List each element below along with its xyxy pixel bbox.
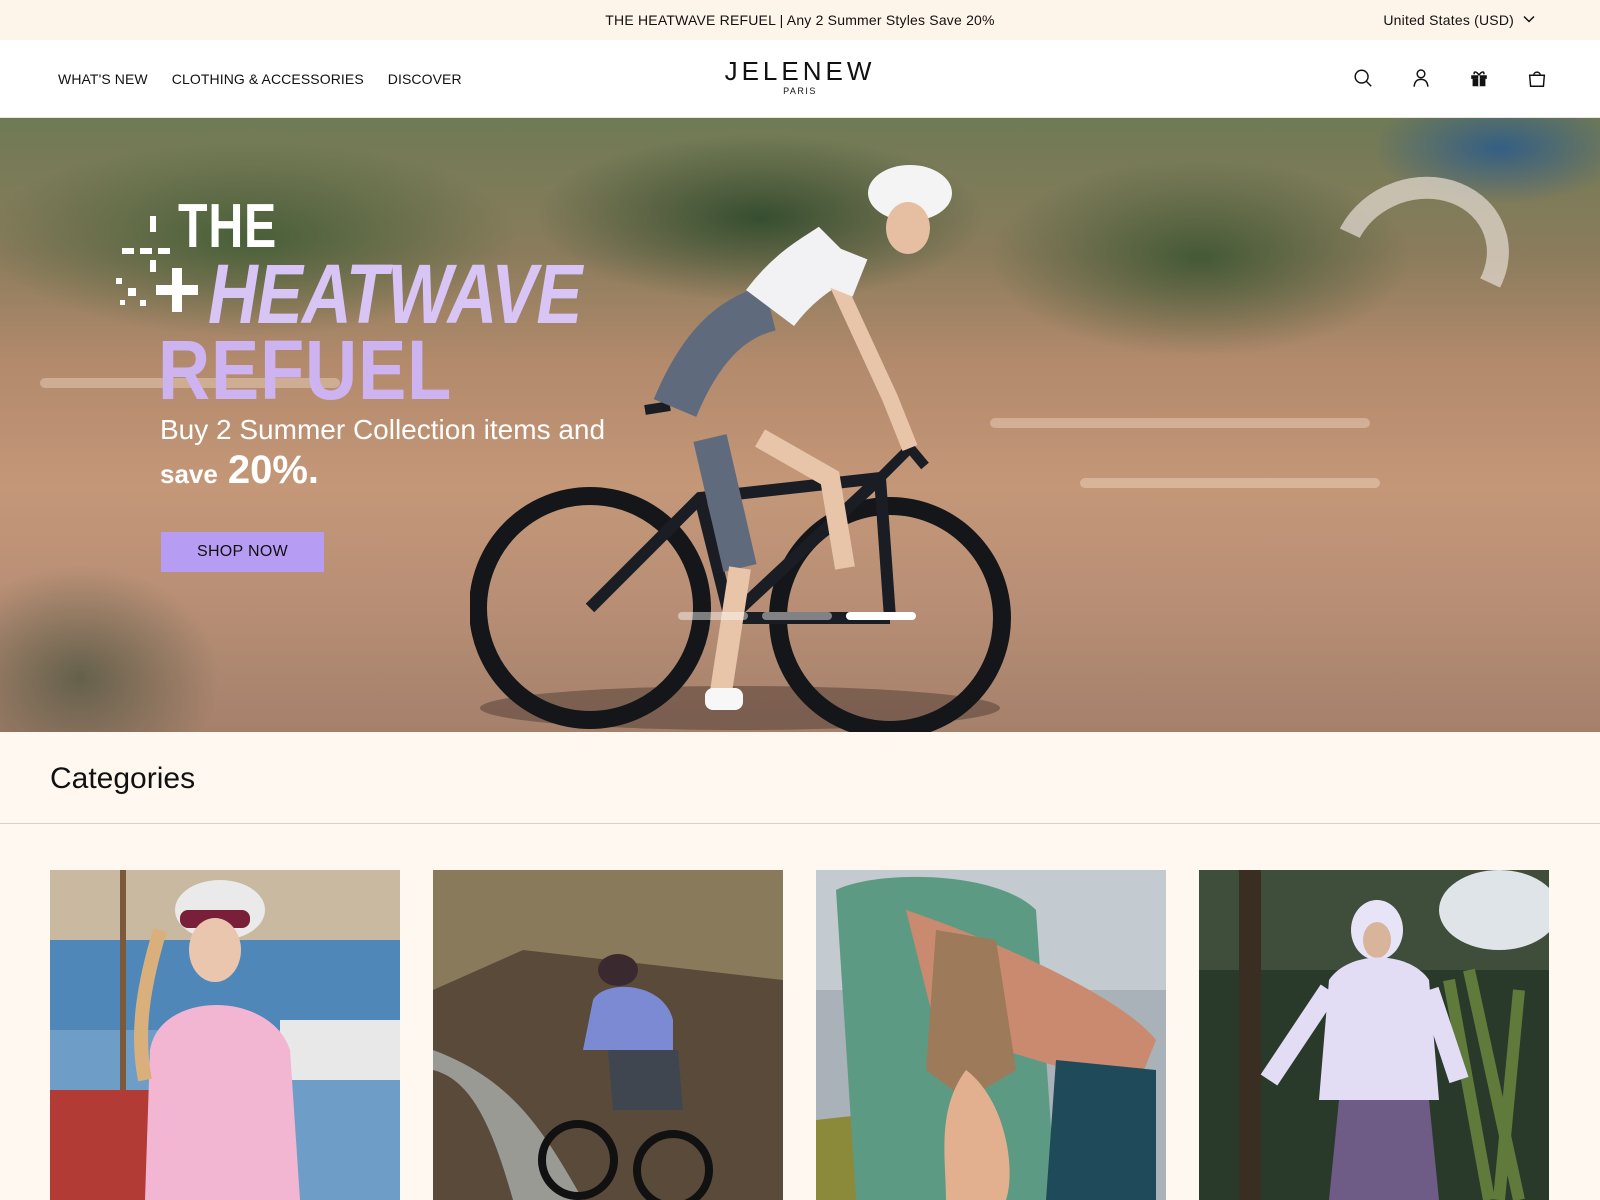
hero-banner[interactable]: THE HEATWAVE REFUEL Buy 2 Summer Collect… bbox=[0, 118, 1600, 732]
categories-heading: Categories bbox=[50, 762, 196, 795]
motion-streak bbox=[990, 418, 1370, 428]
category-card[interactable] bbox=[433, 870, 783, 1200]
nav-item-discover[interactable]: DISCOVER bbox=[388, 71, 462, 87]
category-card[interactable] bbox=[1199, 870, 1549, 1200]
category-image bbox=[816, 870, 1166, 1200]
announcement-text: THE HEATWAVE REFUEL | Any 2 Summer Style… bbox=[605, 12, 995, 28]
motion-streak bbox=[1080, 478, 1380, 488]
categories-header: Categories bbox=[0, 732, 1600, 824]
account-icon[interactable] bbox=[1410, 67, 1434, 91]
gift-icon[interactable] bbox=[1468, 67, 1492, 91]
main-nav: WHAT'S NEW CLOTHING & ACCESSORIES DISCOV… bbox=[58, 40, 462, 118]
nav-item-clothing-accessories[interactable]: CLOTHING & ACCESSORIES bbox=[172, 71, 364, 87]
hero-save-percent: 20%. bbox=[227, 448, 320, 492]
locale-label: United States (USD) bbox=[1383, 12, 1514, 28]
hero-subtitle: Buy 2 Summer Collection items and bbox=[160, 414, 606, 445]
carousel-dot-3[interactable] bbox=[846, 612, 916, 620]
hero-save-line: save 20%. bbox=[160, 448, 319, 493]
hero-road-decoration bbox=[1308, 152, 1532, 364]
category-card[interactable] bbox=[816, 870, 1166, 1200]
locale-selector[interactable]: United States (USD) bbox=[1383, 0, 1536, 40]
logo-brand: JELENEW bbox=[724, 56, 876, 86]
carousel-indicators bbox=[678, 612, 916, 620]
hero-save-word: save bbox=[160, 459, 218, 489]
category-image bbox=[50, 870, 400, 1200]
site-header: WHAT'S NEW CLOTHING & ACCESSORIES DISCOV… bbox=[0, 40, 1600, 118]
header-icons bbox=[1352, 40, 1550, 118]
category-image bbox=[433, 870, 783, 1200]
carousel-dot-1[interactable] bbox=[678, 612, 748, 620]
category-grid bbox=[50, 870, 1550, 1200]
chevron-down-icon bbox=[1522, 12, 1536, 29]
carousel-dot-2[interactable] bbox=[762, 612, 832, 620]
logo-sub: PARIS bbox=[783, 86, 817, 96]
category-image bbox=[1199, 870, 1549, 1200]
category-card[interactable] bbox=[50, 870, 400, 1200]
site-logo[interactable]: JELENEW PARIS bbox=[725, 58, 876, 96]
nav-item-whats-new[interactable]: WHAT'S NEW bbox=[58, 71, 148, 87]
announcement-bar: THE HEATWAVE REFUEL | Any 2 Summer Style… bbox=[0, 0, 1600, 40]
cart-icon[interactable] bbox=[1526, 67, 1550, 91]
shop-now-button[interactable]: SHOP NOW bbox=[161, 532, 324, 572]
hero-title-line3: REFUEL bbox=[158, 323, 453, 417]
search-icon[interactable] bbox=[1352, 67, 1376, 91]
